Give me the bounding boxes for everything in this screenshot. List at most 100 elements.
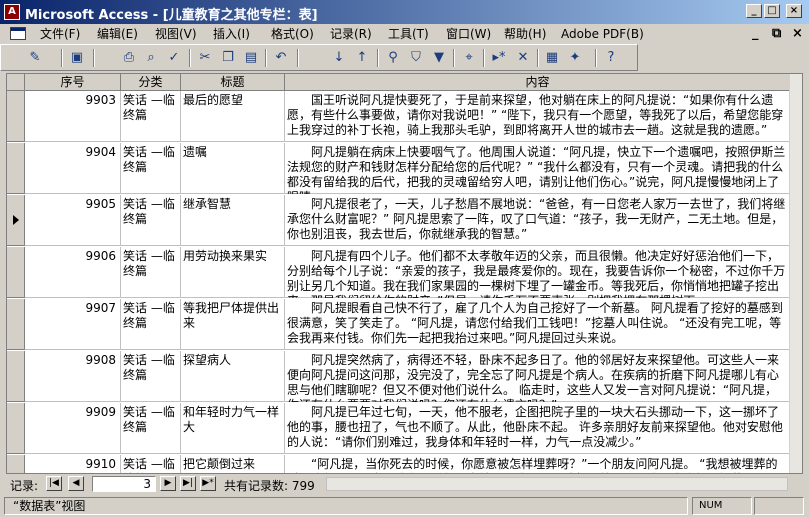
view-icon[interactable]: ✎ — [25, 48, 45, 68]
save-icon[interactable]: ▣ — [67, 48, 87, 68]
cell-id[interactable]: 9909 — [25, 403, 121, 454]
database-window-icon[interactable]: ▦ — [542, 48, 562, 68]
cell-title[interactable]: 用劳动换来果实 — [181, 247, 285, 298]
previous-record-icon[interactable]: ◀ — [68, 476, 84, 491]
menu-adobe-pdf[interactable]: Adobe PDF(B) — [561, 26, 644, 42]
cell-id[interactable]: 9905 — [25, 195, 121, 246]
record-selector[interactable] — [7, 455, 25, 473]
menu-format[interactable]: 格式(O) — [271, 26, 314, 42]
status-bar: “数据表”视图 NUM — [0, 495, 809, 517]
cell-content[interactable]: 阿凡提眼看自己快不行了，雇了几个人为自己挖好了一个新墓。 阿凡提看了挖好的墓感到… — [285, 299, 791, 350]
cell-category[interactable]: 笑话 —临终篇 — [121, 247, 181, 298]
next-record-icon[interactable]: ▶ — [160, 476, 176, 491]
record-selector[interactable] — [7, 299, 25, 350]
cell-category[interactable]: 笑话 —临终篇 — [121, 299, 181, 350]
delete-record-icon[interactable]: ✕ — [513, 48, 533, 68]
cell-category[interactable]: 笑话 —临终篇 — [121, 403, 181, 454]
record-selector[interactable] — [7, 143, 25, 194]
access-key-icon[interactable]: A — [4, 4, 20, 20]
cell-title[interactable]: 等我把尸体提供出来 — [181, 299, 285, 350]
record-number-input[interactable]: 3 — [92, 476, 156, 492]
table-row[interactable]: 9910笑话 —临终篇把它颠倒过来“阿凡提，当你死去的时候，你愿意被怎样埋葬呀？… — [7, 455, 802, 473]
column-header-id[interactable]: 序号 — [25, 74, 121, 91]
help-icon[interactable]: ? — [601, 48, 621, 68]
menu-view[interactable]: 视图(V) — [155, 26, 197, 42]
minimize-button[interactable]: _ — [746, 4, 762, 18]
record-selector[interactable] — [7, 195, 25, 246]
maximize-button[interactable]: □ — [764, 4, 780, 18]
sort-ascending-icon[interactable]: ↓ — [329, 48, 349, 68]
cell-content[interactable]: 阿凡提已年过七旬，一天，他不服老，企图把院子里的一块大石头挪动一下，这一挪坏了他… — [285, 403, 791, 454]
cell-id[interactable]: 9910 — [25, 455, 121, 473]
new-record-nav-icon[interactable]: ▶* — [200, 476, 216, 491]
menu-insert[interactable]: 插入(I) — [213, 26, 250, 42]
record-selector[interactable] — [7, 351, 25, 402]
cell-content[interactable]: 阿凡提很老了，一天，儿子愁眉不展地说：“爸爸，有一日您老人家万一去世了，我们将继… — [285, 195, 791, 246]
select-all-corner[interactable] — [7, 74, 25, 91]
last-record-icon[interactable]: ▶| — [180, 476, 196, 491]
spelling-icon[interactable]: ✓ — [164, 48, 184, 68]
mdi-close-button[interactable]: × — [792, 26, 803, 41]
first-record-icon[interactable]: |◀ — [46, 476, 62, 491]
table-row[interactable]: 9905 笑话 —临终篇 继承智慧 阿凡提很老了，一天，儿子愁眉不展地说：“爸爸，有一… — [7, 195, 802, 246]
undo-icon[interactable]: ↶ — [271, 48, 291, 68]
cell-title[interactable]: 和年轻时力气一样大 — [181, 403, 285, 454]
menu-edit[interactable]: 编辑(E) — [97, 26, 138, 42]
new-object-icon[interactable]: ✦ — [565, 48, 585, 68]
column-header-content[interactable]: 内容 — [285, 74, 791, 91]
document-icon[interactable] — [10, 27, 26, 40]
paste-icon[interactable]: ▤ — [241, 48, 261, 68]
cell-category[interactable]: 笑话 —临终篇 — [121, 143, 181, 194]
cell-title[interactable]: 最后的愿望 — [181, 91, 285, 142]
new-record-icon[interactable]: ▸* — [489, 48, 509, 68]
find-icon[interactable]: ⌖ — [459, 48, 479, 68]
cell-title[interactable]: 把它颠倒过来 — [181, 455, 285, 473]
table-row[interactable]: 9909 笑话 —临终篇 和年轻时力气一样大 阿凡提已年过七旬，一天，他不服老，企图把… — [7, 403, 802, 454]
cell-id[interactable]: 9907 — [25, 299, 121, 350]
menu-file[interactable]: 文件(F) — [40, 26, 80, 42]
cell-content[interactable]: “阿凡提，当你死去的时候，你愿意被怎样埋葬呀？”一个朋友问阿凡提。 “我想被埋葬… — [285, 455, 791, 473]
cell-content[interactable]: 国王听说阿凡提快要死了，于是前来探望，他对躺在床上的阿凡提说：“如果你有什么遗愿… — [285, 91, 791, 142]
cell-category[interactable]: 笑话 —临终篇 — [121, 195, 181, 246]
cell-id[interactable]: 9903 — [25, 91, 121, 142]
table-row[interactable]: 9904 笑话 —临终篇 遗嘱 阿凡提躺在病床上快要咽气了。他周围人说道：“阿凡提，快… — [7, 143, 802, 194]
record-selector[interactable] — [7, 91, 25, 142]
copy-icon[interactable]: ❐ — [218, 48, 238, 68]
apply-filter-icon[interactable]: ▼ — [429, 48, 449, 68]
vertical-scrollbar[interactable] — [789, 74, 802, 473]
column-header-title[interactable]: 标题 — [181, 74, 285, 91]
record-selector[interactable] — [7, 403, 25, 454]
mdi-restore-button[interactable]: ⧉ — [772, 26, 781, 41]
menu-help[interactable]: 帮助(H) — [504, 26, 546, 42]
cell-category[interactable]: 笑话 —临终篇 — [121, 455, 181, 473]
cell-category[interactable]: 笑话 —临终篇 — [121, 351, 181, 402]
table-row[interactable]: 9906 笑话 —临终篇 用劳动换来果实 阿凡提有四个儿子。他们都不太孝敬年迈的父亲，… — [7, 247, 802, 298]
print-icon[interactable]: ⎙ — [119, 48, 139, 68]
column-header-category[interactable]: 分类 — [121, 74, 181, 91]
filter-by-form-icon[interactable]: ⛉ — [406, 48, 426, 68]
record-selector[interactable] — [7, 247, 25, 298]
cell-content[interactable]: 阿凡提突然病了，病得还不轻，卧床不起多日了。他的邻居好友来探望他。可这些人一来便… — [285, 351, 791, 402]
close-button[interactable]: × — [786, 4, 802, 18]
sort-descending-icon[interactable]: ↑ — [352, 48, 372, 68]
cell-id[interactable]: 9908 — [25, 351, 121, 402]
menu-window[interactable]: 窗口(W) — [446, 26, 491, 42]
horizontal-scrollbar[interactable] — [326, 477, 788, 491]
menu-records[interactable]: 记录(R) — [330, 26, 372, 42]
cell-id[interactable]: 9906 — [25, 247, 121, 298]
table-row[interactable]: 9908 笑话 —临终篇 探望病人 阿凡提突然病了，病得还不轻，卧床不起多日了。他的邻… — [7, 351, 802, 402]
cell-content[interactable]: 阿凡提有四个儿子。他们都不太孝敬年迈的父亲，而且很懒。他决定好好惩治他们一下，分… — [285, 247, 791, 298]
print-preview-icon[interactable]: ⌕ — [141, 48, 161, 68]
cell-content[interactable]: 阿凡提躺在病床上快要咽气了。他周围人说道：“阿凡提，快立下一个遗嘱吧，按照伊斯兰… — [285, 143, 791, 194]
cell-title[interactable]: 遗嘱 — [181, 143, 285, 194]
cell-id[interactable]: 9904 — [25, 143, 121, 194]
cut-icon[interactable]: ✂ — [195, 48, 215, 68]
menu-tools[interactable]: 工具(T) — [388, 26, 429, 42]
filter-by-selection-icon[interactable]: ⚲ — [383, 48, 403, 68]
cell-title[interactable]: 探望病人 — [181, 351, 285, 402]
table-row[interactable]: 9907 笑话 —临终篇 等我把尸体提供出来 阿凡提眼看自己快不行了，雇了几个人为自己… — [7, 299, 802, 350]
cell-category[interactable]: 笑话 —临终篇 — [121, 91, 181, 142]
cell-title[interactable]: 继承智慧 — [181, 195, 285, 246]
mdi-minimize-button[interactable]: _ — [752, 26, 759, 41]
table-row[interactable]: 9903 笑话 —临终篇 最后的愿望 国王听说阿凡提快要死了，于是前来探望，他对躺在床… — [7, 91, 802, 142]
